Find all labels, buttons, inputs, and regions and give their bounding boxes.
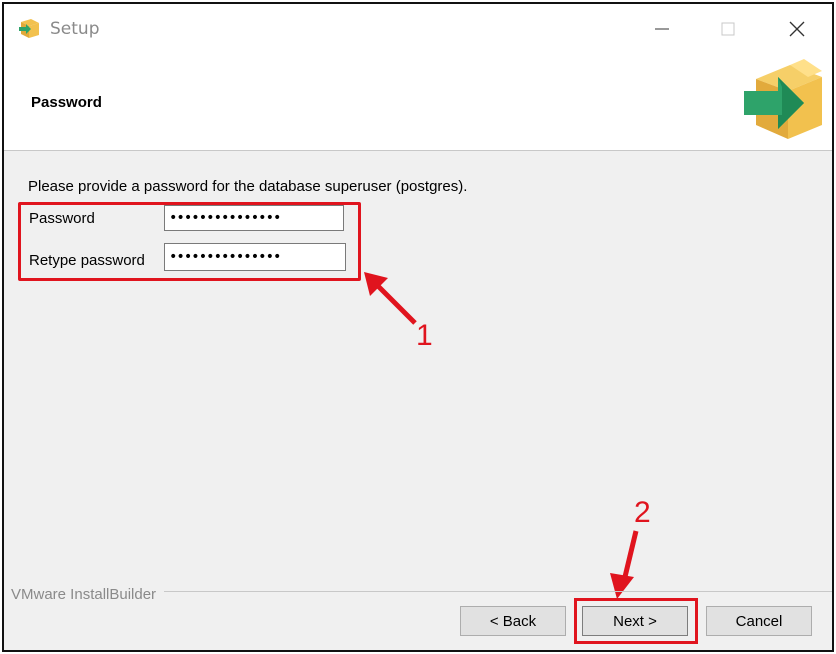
- page-title: Password: [31, 94, 102, 111]
- annotation-arrow-icon: [364, 272, 417, 325]
- installer-box-icon: [744, 59, 822, 139]
- title-bar[interactable]: Setup: [4, 4, 832, 56]
- cancel-button[interactable]: Cancel: [706, 606, 812, 636]
- wizard-content: Please provide a password for the databa…: [4, 151, 832, 650]
- annotation-highlight-password-fields: [18, 202, 361, 281]
- installer-box-icon: [19, 19, 39, 38]
- minimize-icon[interactable]: [647, 14, 677, 44]
- back-button[interactable]: < Back: [460, 606, 566, 636]
- annotation-step-2: 2: [634, 496, 651, 529]
- installer-branding: VMware InstallBuilder: [11, 586, 157, 603]
- instruction-text: Please provide a password for the databa…: [28, 178, 468, 195]
- setup-window: Setup Password Please provide a password…: [2, 2, 834, 652]
- annotation-highlight-next-button: [574, 598, 698, 644]
- annotation-step-1: 1: [416, 319, 433, 352]
- footer-divider: [164, 591, 832, 592]
- window-title: Setup: [50, 19, 100, 39]
- close-icon[interactable]: [782, 14, 812, 44]
- maximize-icon[interactable]: [713, 14, 743, 44]
- wizard-header: Password: [4, 56, 832, 151]
